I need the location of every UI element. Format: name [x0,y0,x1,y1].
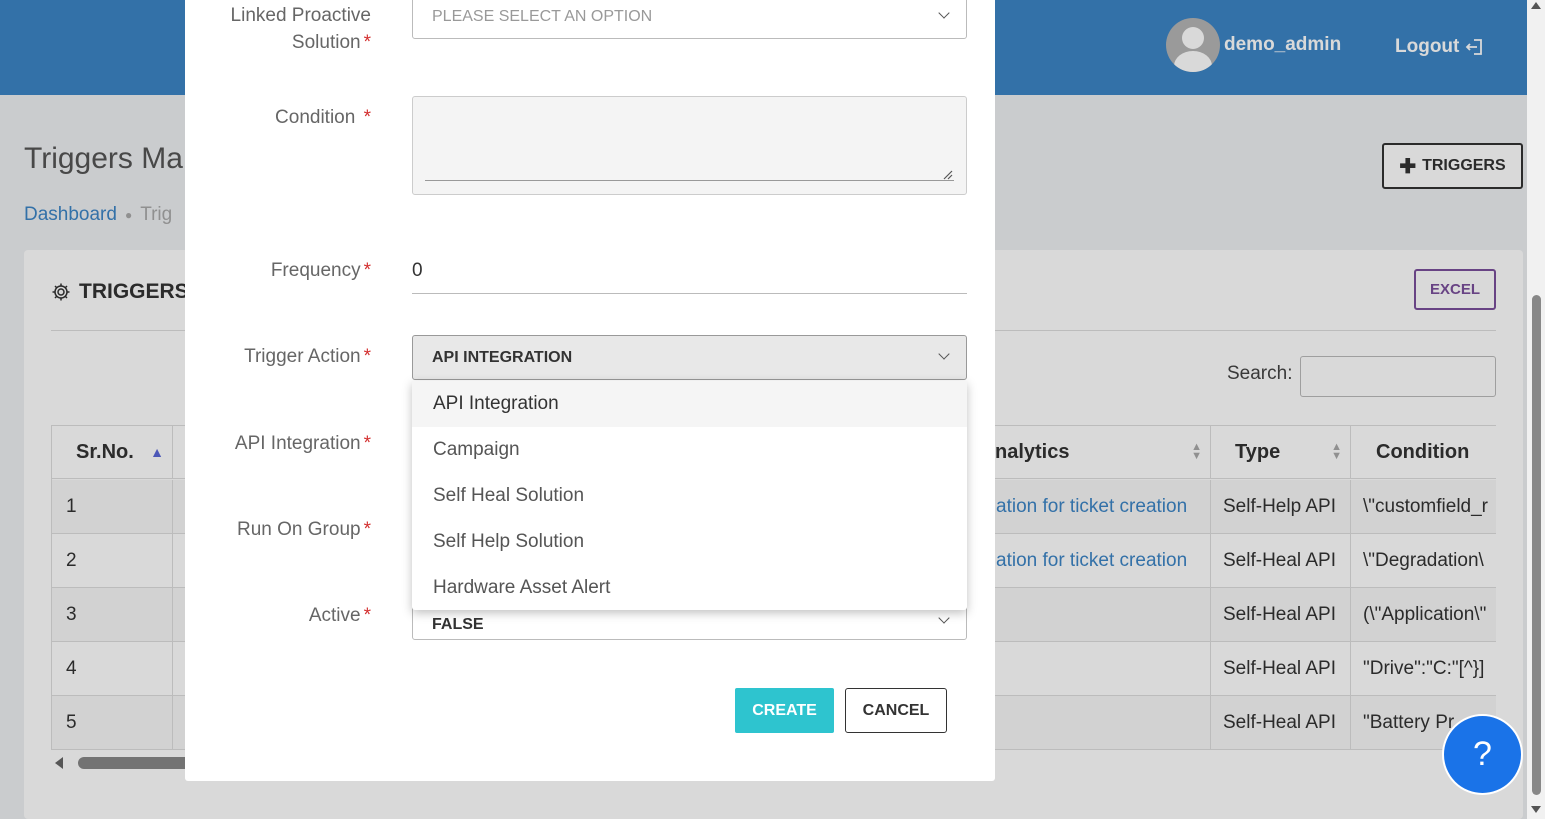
linked-solution-label: Linked Proactive Solution * [230,5,371,53]
help-button[interactable]: ? [1442,714,1523,795]
linked-solution-placeholder: PLEASE SELECT AN OPTION [432,7,653,25]
active-value: FALSE [432,615,484,633]
frequency-underline [412,293,967,294]
resize-grip-icon[interactable] [941,168,953,180]
option-campaign[interactable]: Campaign [412,427,967,473]
trigger-action-value: API INTEGRATION [432,348,573,366]
scrollbar-thumb[interactable] [1532,295,1541,795]
scroll-down-icon[interactable] [1531,806,1541,813]
active-label: Active * [308,605,371,626]
option-api-integration[interactable]: API Integration [412,381,967,427]
trigger-action-select[interactable]: API INTEGRATION [412,335,967,380]
linked-solution-select[interactable]: PLEASE SELECT AN OPTION [412,0,967,39]
vertical-scrollbar[interactable] [1527,0,1545,819]
cancel-button[interactable]: CANCEL [845,688,947,733]
chevron-down-icon [938,348,950,360]
option-self-heal-solution[interactable]: Self Heal Solution [412,473,967,519]
chevron-down-icon [938,612,950,624]
frequency-input[interactable]: 0 [412,260,423,282]
trigger-action-label: Trigger Action * [244,346,371,367]
condition-textarea[interactable] [412,96,967,195]
chevron-down-icon [938,7,950,19]
condition-label: Condition * [275,107,371,128]
option-hardware-asset-alert[interactable]: Hardware Asset Alert [412,565,967,610]
create-trigger-modal: Linked Proactive Solution * PLEASE SELECT… [185,0,995,781]
create-button[interactable]: CREATE [735,688,834,733]
scroll-up-icon[interactable] [1531,2,1541,9]
api-integration-label: API Integration * [234,433,371,454]
option-self-help-solution[interactable]: Self Help Solution [412,519,967,565]
frequency-label: Frequency * [270,260,371,281]
run-on-group-label: Run On Group * [237,519,371,540]
trigger-action-dropdown: API Integration Campaign Self Heal Solut… [412,381,967,610]
